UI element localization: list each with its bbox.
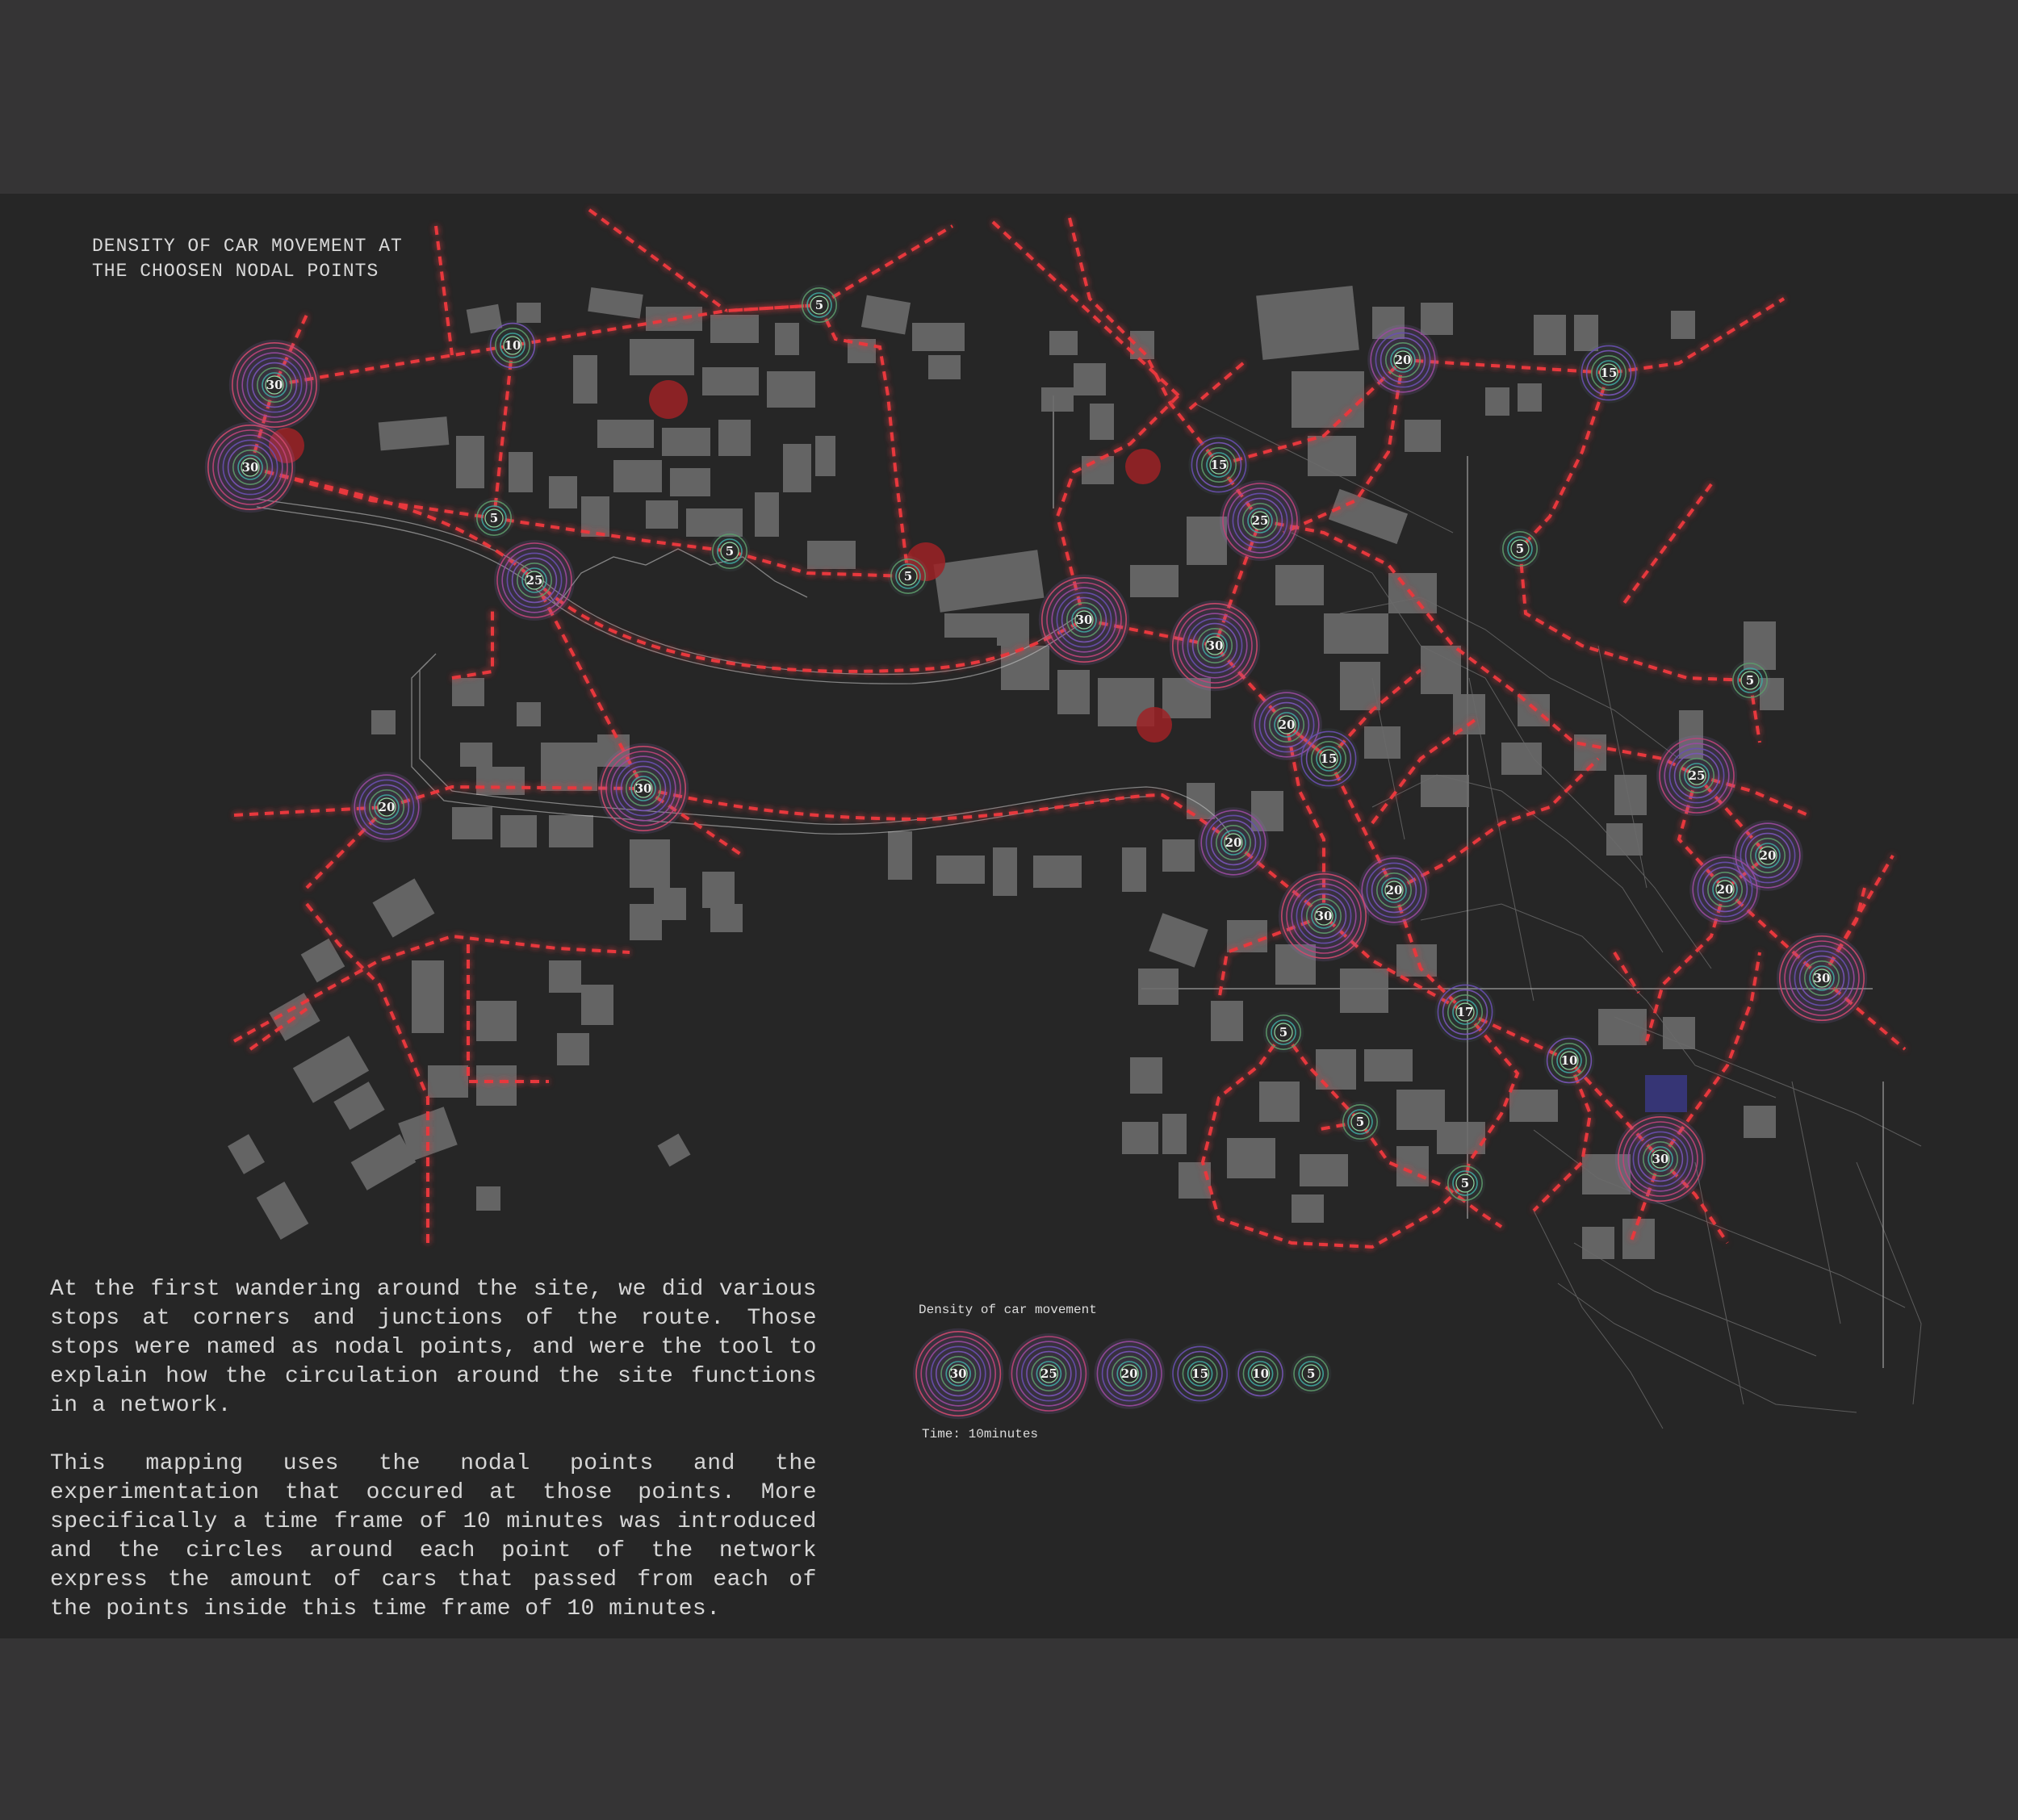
red-marker [1125,449,1161,484]
node-value-label: 30 [1652,1152,1669,1166]
node-value-label: 17 [1457,1005,1474,1019]
nodal-point: 10 [487,320,538,371]
node-value-label: 10 [1561,1053,1578,1068]
nodal-point: 5 [887,555,929,597]
nodal-point: 30 [597,743,689,835]
node-value-label: 5 [1461,1176,1469,1190]
nodal-point: 25 [1220,480,1300,561]
nodal-point: 30 [1038,574,1130,666]
node-value-label: 20 [1717,882,1734,897]
legend-density-15: 15 [1170,1343,1231,1404]
node-value-label: 15 [1191,1366,1208,1381]
red-marker [649,380,688,419]
nodal-point: 5 [1444,1162,1486,1204]
node-value-label: 20 [1386,883,1403,897]
node-value-label: 30 [1316,909,1333,923]
nodal-point: 20 [351,772,422,843]
node-value-label: 25 [1040,1366,1057,1381]
nodal-point: 30 [228,339,320,431]
nodal-point: 20 [1689,854,1761,925]
node-value-label: 20 [1279,718,1296,732]
node-value-label: 20 [379,800,396,814]
node-value-label: 5 [904,569,912,584]
node-value-label: 5 [1307,1366,1315,1381]
bottom-margin-band [0,1638,2018,1820]
legend-density-20: 20 [1094,1338,1165,1409]
node-value-label: 25 [526,573,543,588]
node-value-label: 30 [1076,613,1093,627]
node-value-label: 5 [1516,542,1524,556]
nodal-point: 30 [1169,600,1261,692]
node-value-label: 10 [1252,1366,1269,1381]
description-paragraph: This mapping uses the nodal points and t… [50,1451,817,1621]
node-value-label: 20 [1395,353,1412,367]
nodal-point: 5 [709,530,751,572]
node-value-label: 5 [1746,673,1754,688]
red-marker [1137,707,1172,743]
nodal-point: 5 [1729,659,1771,701]
legend-density-5: 5 [1291,1353,1332,1395]
nodal-point: 5 [1499,528,1541,570]
nodal-point: 30 [1614,1113,1706,1205]
node-value-label: 5 [490,511,498,525]
buildings [228,285,1784,1259]
node-value-label: 20 [1760,848,1777,863]
nodal-point: 30 [1776,932,1868,1024]
node-value-label: 30 [1814,971,1831,985]
nodal-point: 5 [473,497,515,539]
node-value-label: 25 [1689,768,1706,783]
node-value-label: 30 [635,781,652,796]
node-value-label: 30 [1207,638,1224,653]
node-value-label: 20 [1225,835,1242,850]
nodal-point: 5 [798,284,840,326]
description-paragraph: At the first wandering around the site, … [50,1277,817,1418]
node-value-label: 15 [1321,751,1338,766]
node-value-label: 15 [1211,458,1228,472]
nodal-point: 15 [1578,342,1639,404]
top-margin-band [0,0,2018,194]
legend-title: Density of car movement [919,1303,1097,1317]
legend-density-30: 30 [913,1328,1004,1420]
node-value-label: 5 [1356,1115,1364,1129]
nodal-point: 20 [1367,324,1438,395]
nodal-point: 5 [1339,1101,1381,1143]
node-value-label: 30 [266,378,283,392]
nodal-point: 5 [1262,1011,1304,1053]
node-value-label: 5 [815,298,823,312]
nodal-point: 25 [494,540,575,621]
nodal-point: 17 [1434,981,1496,1043]
nodal-point: 20 [1359,855,1430,926]
nodal-point: 20 [1198,807,1269,878]
legend-time-label: Time: 10minutes [922,1427,1039,1441]
nodal-point: 30 [204,421,296,513]
legend-rings: 30 25 20 15 10 5 [913,1328,1332,1420]
nodal-point: 25 [1656,735,1737,816]
legend-density-10: 10 [1235,1348,1286,1400]
map-board: 30 30 10 5 5 5 5 25 30 30 30 20 20 15 15 25 5 5 20 15 25 20 20… [0,194,2018,1638]
node-value-label: 20 [1121,1366,1138,1381]
description-text: At the first wandering around the site, … [50,1275,817,1638]
nodal-point: 30 [1278,870,1370,962]
map-title: DENSITY OF CAR MOVEMENT AT THE CHOOSEN N… [92,236,403,282]
nodal-point: 10 [1543,1035,1595,1086]
node-value-label: 15 [1601,366,1618,380]
nodal-point: 15 [1298,728,1359,789]
blue-marker [1645,1075,1687,1112]
node-value-label: 5 [1279,1025,1287,1040]
node-value-label: 10 [504,338,521,353]
node-value-label: 25 [1252,513,1269,528]
node-value-label: 5 [726,544,734,559]
node-value-label: 30 [950,1366,967,1381]
legend-density-25: 25 [1008,1333,1090,1414]
node-value-label: 30 [242,460,259,475]
